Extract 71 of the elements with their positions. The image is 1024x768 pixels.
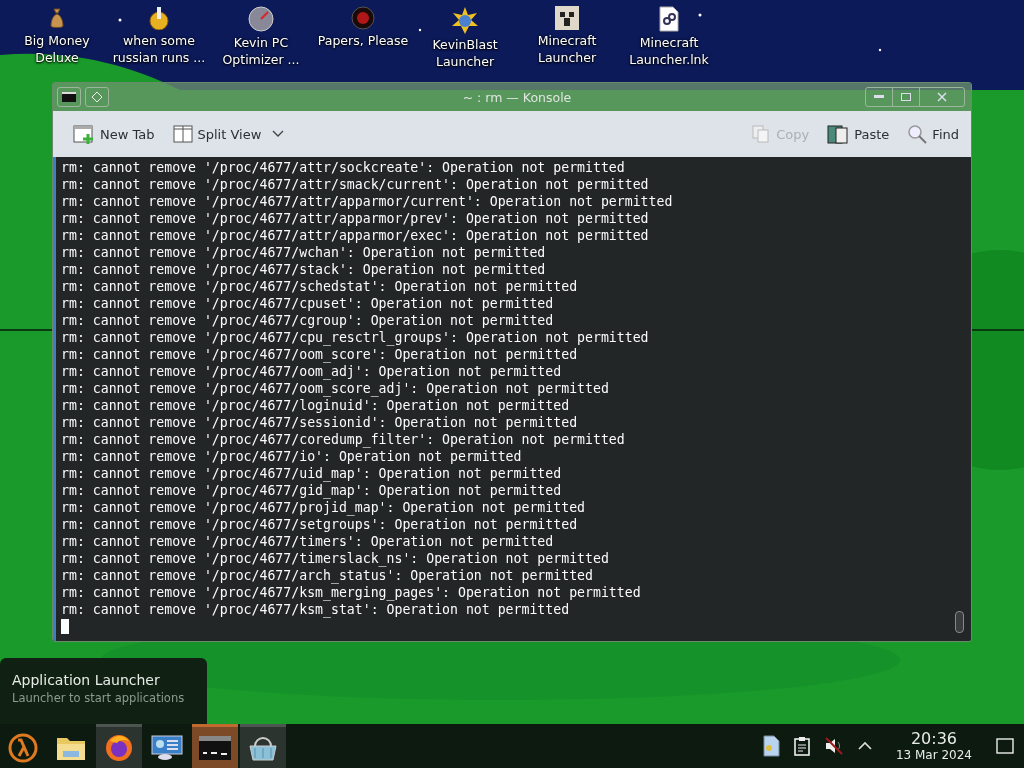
- terminal-line: rm: cannot remove '/proc/4677/projid_map': Operation not permitted: [61, 499, 586, 516]
- split-view-icon: [172, 125, 193, 143]
- monitor-icon: [151, 733, 183, 762]
- terminal-line: rm: cannot remove '/proc/4677/coredump_filter': Operation not permitted: [61, 431, 626, 448]
- terminal-line: rm: cannot remove '/proc/4677/attr/apparmor/current': Operation not permitted: [61, 193, 674, 210]
- show-desktop-icon[interactable]: [996, 738, 1014, 754]
- terminal-line: rm: cannot remove '/proc/4677/loginuid': Operation not permitted: [61, 397, 571, 414]
- taskbar-button[interactable]: [96, 724, 142, 768]
- text-cursor: [61, 619, 69, 634]
- taskbar-button[interactable]: [240, 724, 286, 768]
- terminal-line: rm: cannot remove '/proc/4677/oom_score_adj': Operation not permitted: [61, 380, 610, 397]
- new-tab-button[interactable]: New Tab: [69, 122, 159, 146]
- chevron-down-icon: [272, 130, 285, 138]
- clock-date[interactable]: 13 Mar 2024: [895, 748, 972, 762]
- terminal-line: rm: cannot remove '/proc/4677/io': Operation not permitted: [61, 448, 523, 465]
- terminal-icon: [199, 735, 231, 760]
- clipboard-icon[interactable]: [793, 736, 810, 756]
- terminal-icon: [62, 92, 76, 102]
- app-icon[interactable]: [658, 6, 680, 32]
- icon-label[interactable]: Minecraft Launcher.lnk: [629, 34, 709, 68]
- terminal-line: rm: cannot remove '/proc/4677/attr/apparmor/prev': Operation not permitted: [61, 210, 650, 227]
- terminal-line: rm: cannot remove '/proc/4677/cgroup': Operation not permitted: [61, 312, 555, 329]
- icon-label[interactable]: KevinBlast Launcher: [432, 36, 498, 70]
- app-icon[interactable]: [451, 6, 479, 34]
- terminal-line: rm: cannot remove '/proc/4677/oom_adj': Operation not permitted: [61, 363, 563, 380]
- terminal-line: rm: cannot remove '/proc/4677/schedstat': Operation not permitted: [61, 278, 579, 295]
- split-view-button[interactable]: Split View: [168, 123, 289, 145]
- new-tab-icon: [73, 124, 95, 144]
- browser-icon: [104, 732, 134, 763]
- maximize-icon: [901, 93, 911, 101]
- paste-button[interactable]: Paste: [823, 122, 894, 146]
- close-icon: [937, 92, 947, 102]
- chevron-up-icon[interactable]: [857, 741, 872, 751]
- lambda-icon: [8, 732, 38, 763]
- terminal-line: rm: cannot remove '/proc/4677/cpu_resctrl_groups': Operation not permitted: [61, 329, 650, 346]
- terminal-line: rm: cannot remove '/proc/4677/attr/apparmor/exec': Operation not permitted: [61, 227, 650, 244]
- terminal-line: rm: cannot remove '/proc/4677/stack': Operation not permitted: [61, 261, 547, 278]
- paste-icon: [827, 124, 850, 144]
- terminal-line: rm: cannot remove '/proc/4677/ksm_stat': Operation not permitted: [61, 601, 571, 618]
- search-icon: [907, 124, 928, 144]
- tooltip-title: Application Launcher: [12, 672, 161, 688]
- app-icon[interactable]: [555, 6, 579, 30]
- terminal-line: rm: cannot remove '/proc/4677/timerslack_ns': Operation not permitted: [61, 550, 610, 567]
- icon-label[interactable]: Big Money Deluxe: [24, 32, 90, 66]
- terminal-line: rm: cannot remove '/proc/4677/attr/smack/current': Operation not permitted: [61, 176, 650, 193]
- icon-label[interactable]: Minecraft Launcher: [537, 32, 597, 66]
- minimize-icon: [874, 95, 884, 99]
- terminal-line: rm: cannot remove '/proc/4677/arch_status': Operation not permitted: [61, 567, 594, 584]
- icon-label[interactable]: Kevin PC Optimizer ...: [222, 34, 300, 68]
- terminal-line: rm: cannot remove '/proc/4677/timers': Operation not permitted: [61, 533, 555, 550]
- terminal-line: rm: cannot remove '/proc/4677/setgroups': Operation not permitted: [61, 516, 579, 533]
- terminal-line: rm: cannot remove '/proc/4677/attr/sockcreate': Operation not permitted: [61, 159, 626, 176]
- terminal-line: rm: cannot remove '/proc/4677/oom_score': Operation not permitted: [61, 346, 579, 363]
- muted-speaker-icon[interactable]: [823, 736, 844, 756]
- icon-label[interactable]: when some russian runs ...: [112, 32, 206, 66]
- window-menu-button[interactable]: [57, 87, 81, 107]
- terminal-line: rm: cannot remove '/proc/4677/ksm_merging_pages': Operation not permitted: [61, 584, 642, 601]
- clock-time[interactable]: 20:36: [910, 730, 957, 748]
- find-button[interactable]: Find: [903, 122, 963, 146]
- copy-icon: [751, 124, 772, 144]
- scrollbar-thumb[interactable]: [955, 611, 964, 633]
- icon-label[interactable]: Papers, Please: [317, 32, 409, 49]
- terminal-line: rm: cannot remove '/proc/4677/cpuset': Operation not permitted: [61, 295, 555, 312]
- terminal-line: rm: cannot remove '/proc/4677/uid_map': Operation not permitted: [61, 465, 563, 482]
- window-title: ~ : rm — Konsole: [461, 89, 573, 105]
- diamond-icon: [91, 91, 103, 103]
- document-icon[interactable]: [761, 735, 780, 757]
- terminal-line: rm: cannot remove '/proc/4677/sessionid': Operation not permitted: [61, 414, 579, 431]
- terminal-line: rm: cannot remove '/proc/4677/gid_map': Operation not permitted: [61, 482, 563, 499]
- terminal-line: rm: cannot remove '/proc/4677/wchan': Operation not permitted: [61, 244, 547, 261]
- tooltip-subtitle: Launcher to start applications: [12, 691, 186, 705]
